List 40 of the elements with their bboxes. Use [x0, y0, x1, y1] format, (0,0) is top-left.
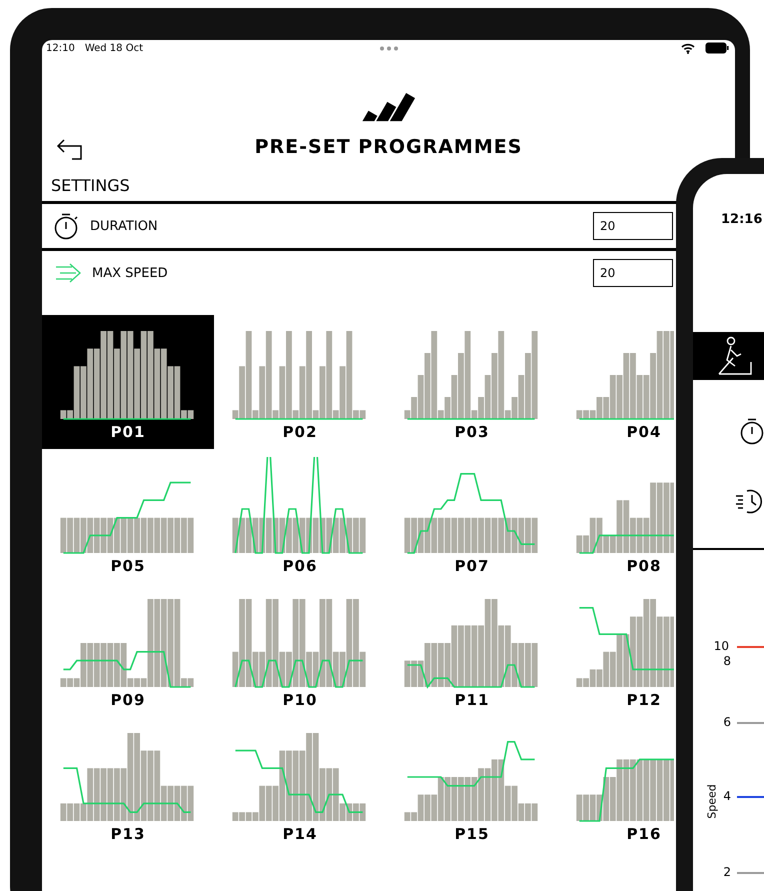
axis-label: 10 [714, 639, 729, 653]
axis-label: 8 [723, 654, 731, 668]
programme-tile[interactable]: P02 [214, 315, 386, 449]
programme-tile[interactable]: P11 [386, 583, 558, 717]
programme-tile[interactable]: P14 [214, 717, 386, 851]
stopwatch-icon [54, 212, 80, 240]
programme-tile[interactable]: P04 [558, 315, 674, 449]
wifi-icon [681, 42, 695, 54]
programme-tile[interactable]: P07 [386, 449, 558, 583]
programme-tile[interactable]: P05 [42, 449, 214, 583]
value-field[interactable]: 20 [593, 212, 673, 240]
battery-icon [705, 42, 729, 54]
status-time: 12:10 [46, 42, 75, 54]
axis-label: 4 [723, 789, 731, 803]
speed-arrows-icon [54, 262, 82, 284]
status-date: Wed 18 Oct [84, 42, 144, 54]
programme-tile[interactable]: P15 [386, 717, 558, 851]
programme-tile[interactable]: P13 [42, 717, 214, 851]
axis-title: Speed [706, 784, 719, 819]
programme-tile[interactable]: P08 [558, 449, 674, 583]
page-title: PRE-SET PROGRAMMES [254, 136, 522, 158]
programme-tile[interactable]: P03 [386, 315, 558, 449]
programme-tile[interactable]: P06 [214, 449, 386, 583]
setting-label: DURATION [90, 218, 158, 234]
stopwatch-icon [738, 417, 764, 445]
axis-label: 6 [723, 715, 731, 729]
programme-tile[interactable]: P09 [42, 583, 214, 717]
stairs-walker-icon [717, 336, 753, 376]
back-arrow-icon[interactable] [56, 138, 84, 160]
axis-label: 2 [723, 865, 731, 879]
more-dots-icon[interactable] [379, 46, 400, 50]
programme-tile[interactable]: P16 [558, 717, 674, 851]
logo-icon [362, 92, 416, 122]
programme-tile[interactable]: P10 [214, 583, 386, 717]
status-time: 12:16 [721, 212, 762, 227]
programme-tile[interactable]: P12 [558, 583, 674, 717]
setting-label: MAX SPEED [92, 266, 168, 280]
programme-tile[interactable]: P01 [42, 315, 214, 449]
value-field[interactable]: 20 [593, 259, 673, 287]
section-heading: SETTINGS [50, 175, 131, 197]
